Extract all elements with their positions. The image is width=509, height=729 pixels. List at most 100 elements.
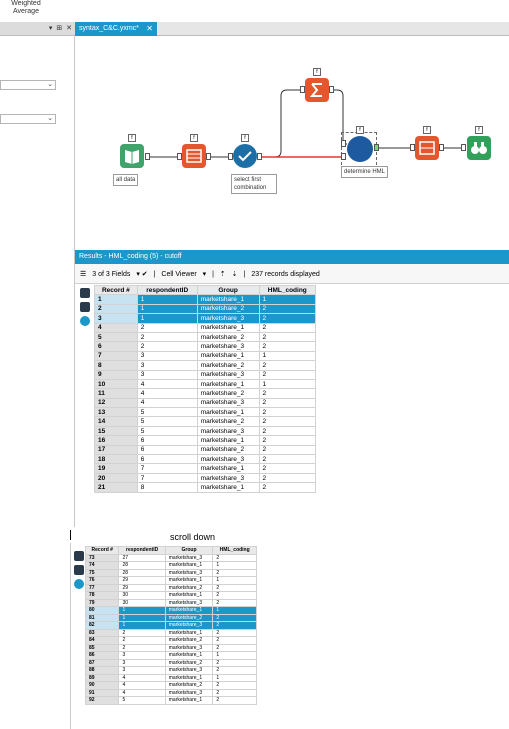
column-header[interactable]: HML_coding — [258, 284, 317, 296]
table-cell[interactable]: 2 — [212, 628, 257, 637]
record-number-cell[interactable]: 87 — [84, 658, 120, 667]
table-row[interactable]: 15 5 marketshare_3 2 — [94, 425, 317, 437]
record-number-cell[interactable]: 11 — [94, 388, 138, 399]
record-number-cell[interactable]: 90 — [84, 681, 120, 690]
table-cell[interactable]: 3 — [136, 360, 198, 371]
table-cell[interactable]: 2 — [258, 435, 317, 446]
table-cell[interactable]: 1 — [212, 576, 257, 585]
record-number-cell[interactable]: 21 — [94, 482, 138, 493]
table-cell[interactable]: 4 — [136, 378, 198, 390]
table-cell[interactable]: marketshare_1 — [164, 561, 214, 570]
table-cell[interactable]: 2 — [258, 369, 317, 380]
record-number-cell[interactable]: 7 — [94, 350, 138, 362]
record-number-cell[interactable]: 8 — [94, 360, 138, 371]
table-cell[interactable]: 2 — [258, 313, 317, 324]
pane-window-controls[interactable]: ▾ ⊞ ✕ — [49, 24, 73, 32]
config-dropdown-1[interactable]: ⌄ — [0, 80, 56, 90]
table-cell[interactable]: 2 — [258, 444, 317, 456]
summarize-tool[interactable] — [305, 78, 329, 102]
join-tool[interactable] — [347, 136, 373, 162]
table-cell[interactable]: marketshare_3 — [196, 425, 260, 437]
table-cell[interactable]: 2 — [258, 454, 317, 465]
table-cell[interactable]: 1 — [212, 561, 257, 570]
input-anchor[interactable] — [177, 153, 182, 160]
record-number-cell[interactable]: 76 — [84, 576, 120, 585]
table-cell[interactable]: marketshare_2 — [196, 303, 260, 315]
input-anchor-right[interactable] — [341, 153, 346, 160]
table-row[interactable]: 79 30 marketshare_3 2 — [84, 598, 257, 607]
table-cell[interactable]: marketshare_2 — [164, 636, 214, 645]
table-cell[interactable]: marketshare_1 — [164, 628, 214, 637]
table-row[interactable]: 12 4 marketshare_3 2 — [94, 397, 317, 409]
tab-workflow[interactable]: syntax_C&C.yxmc* ✕ — [75, 22, 157, 36]
cell-viewer-selector[interactable]: Cell Viewer ▾ — [161, 271, 206, 278]
record-number-cell[interactable]: 75 — [84, 568, 120, 577]
table-cell[interactable]: marketshare_2 — [164, 613, 214, 622]
table-cell[interactable]: 3 — [118, 666, 166, 675]
table-cell[interactable]: marketshare_1 — [196, 463, 260, 474]
table-row[interactable]: 1 1 marketshare_1 1 — [94, 294, 317, 305]
record-number-cell[interactable]: 3 — [94, 313, 138, 324]
table-cell[interactable]: 8 — [136, 482, 198, 493]
table-cell[interactable]: 1 — [136, 294, 198, 305]
table-cell[interactable]: 2 — [136, 322, 198, 333]
table-cell[interactable]: 7 — [136, 472, 198, 484]
weighted-average-tool-label[interactable]: Weighted Average — [0, 0, 52, 16]
table-cell[interactable]: marketshare_3 — [164, 568, 214, 577]
table-cell[interactable]: 1 — [118, 621, 166, 630]
table-cell[interactable]: marketshare_2 — [196, 331, 260, 343]
table-row[interactable]: 81 1 marketshare_2 2 — [84, 613, 257, 622]
table-row[interactable]: 83 2 marketshare_1 2 — [84, 628, 257, 637]
record-number-cell[interactable]: 15 — [94, 425, 138, 437]
record-number-cell[interactable]: 91 — [84, 688, 120, 697]
table-cell[interactable]: 2 — [118, 636, 166, 645]
record-number-cell[interactable]: 2 — [94, 303, 138, 315]
record-number-cell[interactable]: 20 — [94, 472, 138, 484]
table-cell[interactable]: 3 — [136, 350, 198, 362]
table-cell[interactable]: 2 — [212, 613, 257, 622]
table-cell[interactable]: marketshare_2 — [164, 681, 214, 690]
table-row[interactable]: 11 4 marketshare_2 2 — [94, 388, 317, 399]
config-dropdown-2[interactable]: ⌄ — [0, 114, 56, 124]
column-header[interactable]: HML_coding — [212, 546, 257, 555]
table-cell[interactable]: 29 — [118, 576, 166, 585]
table-cell[interactable]: marketshare_3 — [164, 643, 214, 652]
record-number-cell[interactable]: 78 — [84, 591, 120, 600]
table-row[interactable]: 74 28 marketshare_1 1 — [84, 561, 257, 570]
record-number-cell[interactable]: 17 — [94, 444, 138, 456]
input-anchor[interactable] — [300, 86, 305, 93]
table-cell[interactable]: 2 — [258, 425, 317, 437]
record-number-cell[interactable]: 12 — [94, 397, 138, 409]
input-anchor-left[interactable] — [341, 140, 346, 147]
table-cell[interactable]: 2 — [258, 482, 317, 493]
table-cell[interactable]: 30 — [118, 598, 166, 607]
formula-tool[interactable] — [182, 144, 206, 168]
table-cell[interactable]: 6 — [136, 454, 198, 465]
table-cell[interactable]: marketshare_1 — [164, 606, 214, 615]
table-cell[interactable]: marketshare_1 — [196, 378, 260, 390]
table-cell[interactable]: 2 — [212, 681, 257, 690]
table-cell[interactable]: marketshare_2 — [164, 658, 214, 667]
table-cell[interactable]: 7 — [136, 463, 198, 474]
table-cell[interactable]: marketshare_3 — [196, 454, 260, 465]
table-cell[interactable]: marketshare_2 — [196, 360, 260, 371]
table-cell[interactable]: 2 — [258, 463, 317, 474]
record-number-cell[interactable]: 14 — [94, 416, 138, 427]
output-anchor[interactable] — [145, 153, 150, 160]
record-number-cell[interactable]: 19 — [94, 463, 138, 474]
table-cell[interactable]: 4 — [118, 673, 166, 682]
output-anchor[interactable] — [439, 144, 444, 151]
table-cell[interactable]: 4 — [118, 681, 166, 690]
table-row[interactable]: 87 3 marketshare_2 2 — [84, 658, 257, 667]
table-cell[interactable]: 3 — [136, 369, 198, 380]
messages-icon[interactable] — [74, 579, 84, 589]
table-cell[interactable]: 27 — [118, 553, 166, 562]
table-cell[interactable]: marketshare_3 — [196, 369, 260, 380]
table-cell[interactable]: marketshare_1 — [196, 294, 260, 305]
table-row[interactable]: 18 6 marketshare_3 2 — [94, 454, 317, 465]
table-row[interactable]: 78 30 marketshare_1 2 — [84, 591, 257, 600]
record-number-cell[interactable]: 9 — [94, 369, 138, 380]
record-number-cell[interactable]: 82 — [84, 621, 120, 630]
table-cell[interactable]: 2 — [212, 598, 257, 607]
table-row[interactable]: 80 1 marketshare_1 1 — [84, 606, 257, 615]
